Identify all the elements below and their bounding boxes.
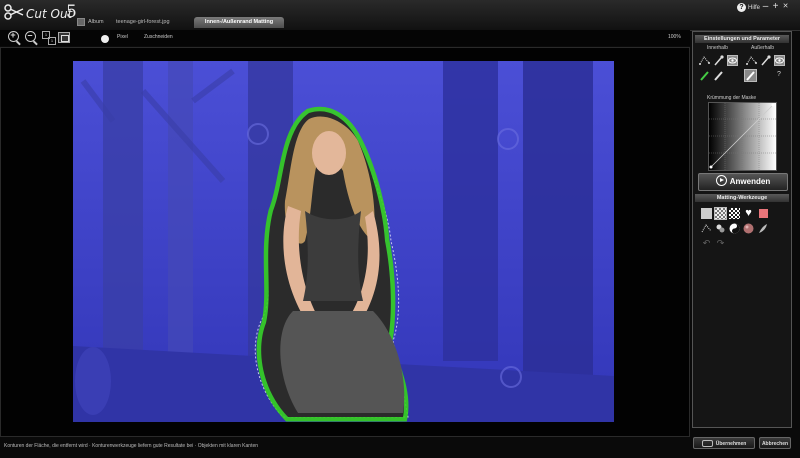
inside-eraser-tool[interactable]: [713, 70, 724, 81]
outside-label: Außerhalb: [751, 45, 775, 51]
zoom-1to1-button[interactable]: 1 1: [42, 31, 56, 45]
tab-matting[interactable]: Innen-/Außenrand Matting: [194, 17, 284, 28]
help-label: Hilfe: [748, 5, 761, 12]
matting-transparent-tool[interactable]: [729, 208, 740, 219]
status-text: Konturen der Fläche, die entfernt wird ·…: [4, 443, 259, 449]
tab-album-label: Album: [88, 19, 104, 25]
help-icon: ?: [737, 3, 746, 12]
pixel-toggle[interactable]: [101, 35, 109, 43]
eraser-icon: [714, 71, 723, 81]
outside-contour-tool[interactable]: [746, 55, 757, 66]
brush-icon: [761, 55, 771, 66]
fit-label[interactable]: Zuschneiden: [144, 34, 173, 40]
fit-window-button[interactable]: [58, 32, 70, 43]
apply-button[interactable]: Anwenden: [698, 173, 788, 191]
inside-pen-tool[interactable]: [699, 70, 710, 81]
zoom-out-icon: –: [25, 31, 36, 42]
matting-contour-tool[interactable]: [701, 223, 712, 234]
matting-yin-tool[interactable]: [729, 223, 740, 234]
tab-file-label: teenage-girl-forest.jpg: [116, 19, 170, 25]
contour-icon: [699, 56, 710, 65]
play-icon: [715, 175, 727, 187]
album-icon: [77, 17, 85, 26]
maximize-button[interactable]: +: [771, 2, 780, 12]
settings-panel: Einstellungen und Parameter Innerhalb Au…: [692, 31, 792, 428]
redo-icon[interactable]: ↷: [715, 238, 726, 249]
blob-icon: [716, 224, 725, 233]
inside-label: Innerhalb: [707, 45, 728, 51]
eye-icon: [728, 57, 737, 64]
help-button[interactable]: ? Hilfe: [737, 3, 760, 12]
minimize-button[interactable]: –: [761, 2, 770, 12]
cancel-button[interactable]: Abbrechen: [759, 437, 791, 449]
mask-curve-editor[interactable]: [708, 102, 777, 171]
outside-brush-tool[interactable]: [760, 55, 771, 66]
tab-album[interactable]: Album: [77, 17, 104, 28]
matting-pen-tool[interactable]: [757, 223, 768, 234]
fit-window-icon: [61, 35, 69, 42]
help-mark[interactable]: ?: [777, 71, 781, 78]
eraser-icon: [746, 71, 755, 81]
zoom-out-button[interactable]: –: [25, 31, 39, 45]
zoom-level: 100%: [668, 34, 681, 40]
undo-icon[interactable]: ↶: [701, 238, 712, 249]
matting-blob-tool[interactable]: [715, 223, 726, 234]
inside-contour-tool[interactable]: [699, 55, 710, 66]
contour-icon: [701, 224, 712, 233]
masked-photo: [73, 61, 614, 422]
accept-icon: [701, 440, 713, 448]
inside-extra-tool[interactable]: [727, 70, 738, 81]
inside-brush-tool[interactable]: [713, 55, 724, 66]
outside-eraser-tool[interactable]: [744, 69, 757, 82]
feather-icon: [759, 224, 767, 233]
photo-canvas[interactable]: [73, 61, 614, 422]
outside-eye-tool[interactable]: [774, 55, 785, 66]
accept-label: Übernehmen: [715, 441, 747, 447]
matting-sphere-tool[interactable]: [743, 223, 754, 234]
matting-title: Matting-Werkzeuge: [695, 194, 789, 202]
accept-button[interactable]: Übernehmen: [693, 437, 755, 449]
tab-matting-label: Innen-/Außenrand Matting: [204, 19, 274, 25]
settings-title: Einstellungen und Parameter: [695, 35, 789, 43]
zoom-1to1-b-icon: 1: [48, 37, 56, 45]
inside-eye-tool[interactable]: [727, 55, 738, 66]
mask-curve: [709, 103, 776, 170]
zoom-in-button[interactable]: +: [8, 31, 22, 45]
yin-yang-icon: [729, 223, 740, 234]
close-button[interactable]: ✕: [781, 2, 790, 11]
matting-color-tool[interactable]: [759, 209, 768, 218]
eye-icon: [775, 57, 784, 64]
pixel-label: Pixel: [117, 34, 128, 40]
apply-label: Anwenden: [729, 177, 771, 186]
matting-checker-tool[interactable]: [714, 207, 727, 220]
heart-icon[interactable]: ♥: [743, 208, 754, 219]
zoom-in-icon: +: [8, 31, 19, 42]
sphere-icon: [743, 223, 754, 234]
pen-icon: [700, 71, 709, 81]
app-version: 5: [66, 2, 77, 22]
brush-icon: [714, 55, 724, 66]
tab-file[interactable]: teenage-girl-forest.jpg: [116, 17, 170, 28]
contour-icon: [746, 56, 757, 65]
matting-foreground-tool[interactable]: [701, 208, 712, 219]
curve-label: Krümmung der Maske: [707, 95, 757, 101]
scissors-icon: [4, 4, 24, 20]
